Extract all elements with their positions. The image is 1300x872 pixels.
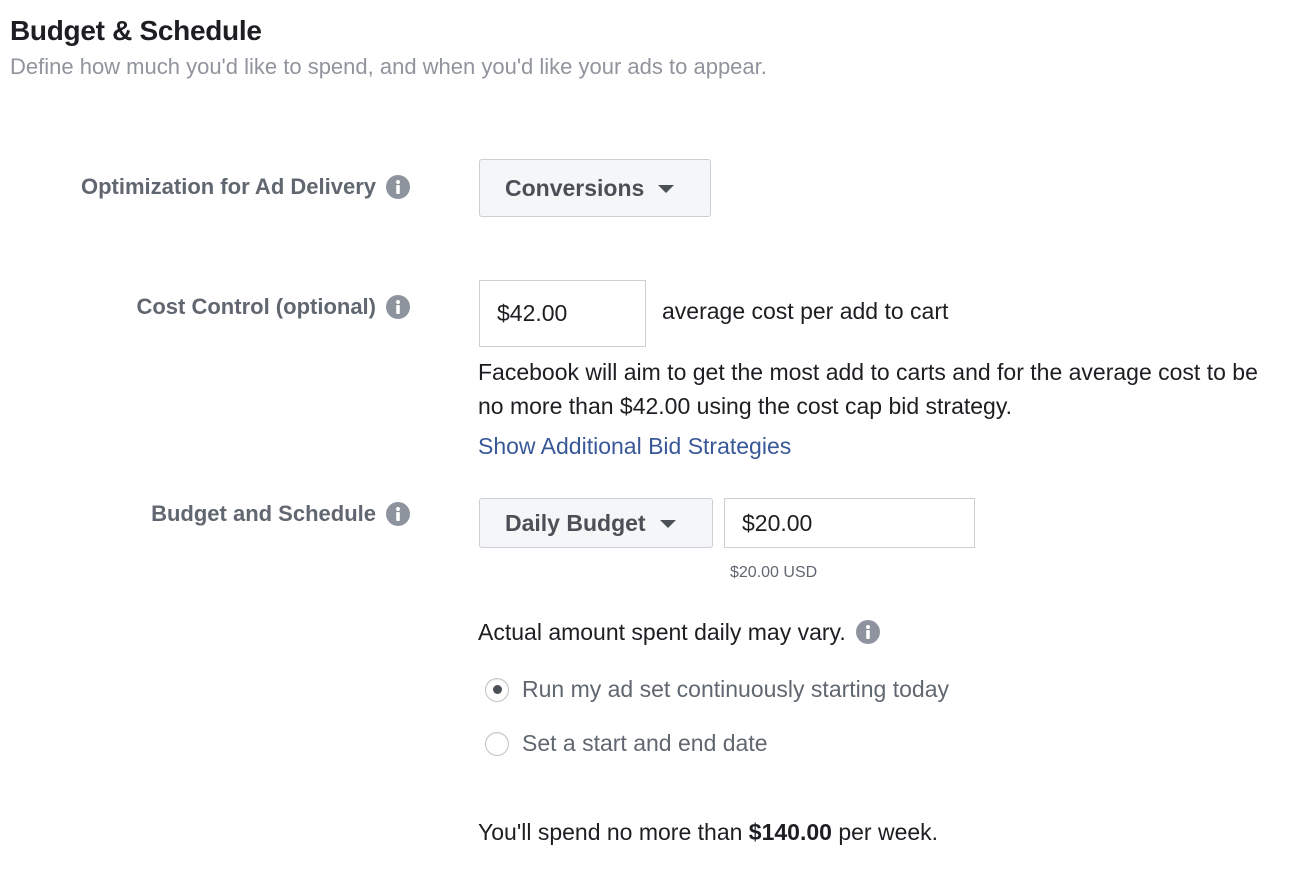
radio-run-continuously[interactable]: Run my ad set continuously starting toda… xyxy=(485,676,949,703)
optimization-label: Optimization for Ad Delivery xyxy=(80,174,376,199)
caret-down-icon xyxy=(659,520,676,528)
optimization-dropdown[interactable]: Conversions xyxy=(479,159,711,217)
info-icon[interactable] xyxy=(386,502,410,526)
radio-button-checked[interactable] xyxy=(485,677,509,702)
radio-label: Set a start and end date xyxy=(522,730,768,756)
weekly-amount: $140.00 xyxy=(748,819,832,845)
optimization-label-group: Optimization for Ad Delivery xyxy=(81,174,410,200)
weekly-spend-summary: You'll spend no more than $140.00 per we… xyxy=(478,815,938,849)
caret-down-icon xyxy=(658,185,675,193)
info-icon[interactable] xyxy=(386,295,410,319)
info-icon[interactable] xyxy=(855,620,880,644)
budget-label-group: Budget and Schedule xyxy=(151,501,410,527)
cost-cap-value: $42.00 xyxy=(497,300,568,326)
radio-start-end-date[interactable]: Set a start and end date xyxy=(485,730,768,757)
budget-amount-hint: $20.00 USD xyxy=(730,564,818,581)
radio-dot xyxy=(492,685,502,694)
section-subtitle: Define how much you'd like to spend, and… xyxy=(10,54,767,79)
budget-amount-input[interactable]: $20.00 xyxy=(724,498,975,548)
vary-note: Actual amount spent daily may vary. xyxy=(478,619,846,645)
radio-button-unchecked[interactable] xyxy=(485,731,509,756)
optimization-selected: Conversions xyxy=(505,174,645,201)
weekly-prefix: You'll spend no more than xyxy=(478,819,743,845)
cost-control-label: Cost Control (optional) xyxy=(136,294,376,319)
weekly-suffix: per week. xyxy=(838,819,939,845)
cost-cap-suffix: average cost per add to cart xyxy=(662,298,949,324)
budget-type-dropdown[interactable]: Daily Budget xyxy=(479,498,713,548)
info-icon[interactable] xyxy=(386,175,410,199)
show-bid-strategies-link[interactable]: Show Additional Bid Strategies xyxy=(478,433,791,460)
budget-amount-value: $20.00 xyxy=(742,509,813,536)
radio-label: Run my ad set continuously starting toda… xyxy=(522,676,950,702)
budget-label: Budget and Schedule xyxy=(151,501,376,526)
cost-control-label-group: Cost Control (optional) xyxy=(136,294,410,320)
section-title: Budget & Schedule xyxy=(10,15,262,46)
vary-note-group: Actual amount spent daily may vary. xyxy=(478,615,880,649)
cost-cap-description: Facebook will aim to get the most add to… xyxy=(478,359,1258,419)
budget-type-selected: Daily Budget xyxy=(505,509,646,536)
cost-cap-input[interactable]: $42.00 xyxy=(479,280,646,347)
